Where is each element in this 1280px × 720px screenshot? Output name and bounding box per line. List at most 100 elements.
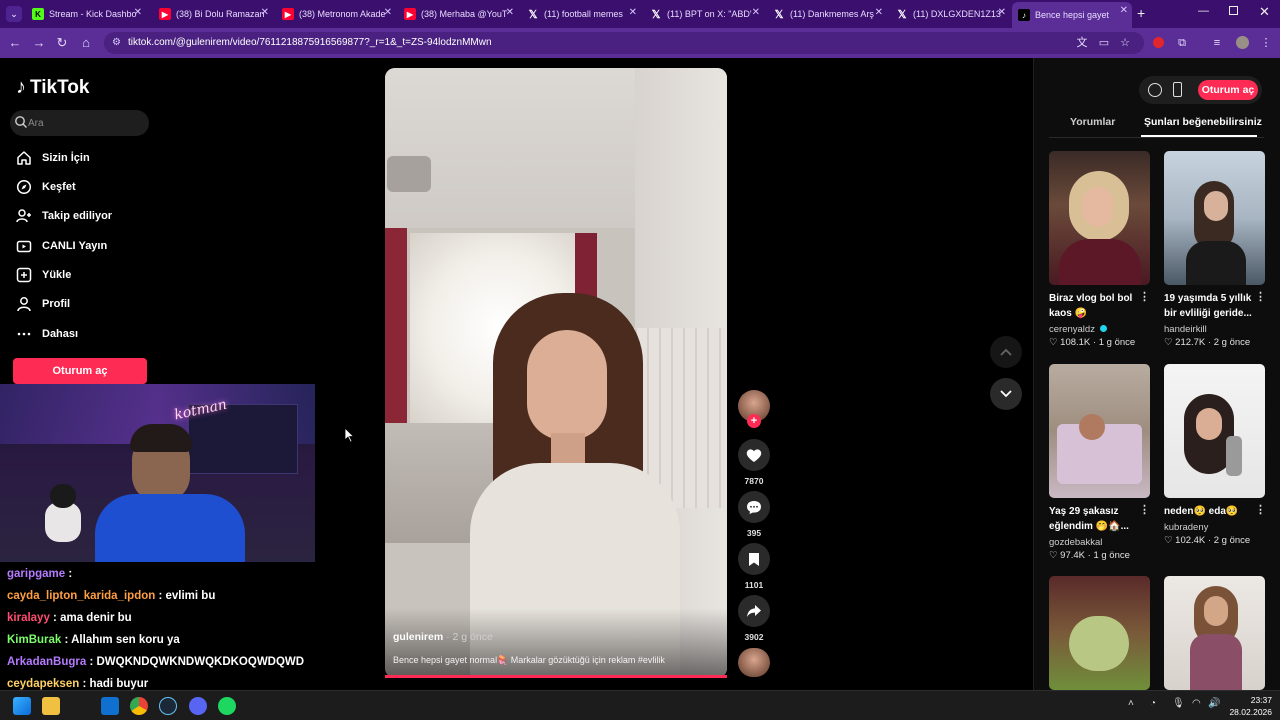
start-button-icon[interactable]	[13, 697, 31, 715]
phone-icon[interactable]	[1173, 82, 1182, 97]
browser-tab[interactable]: 𝕏 (11) Dankmemes Arş ✕	[767, 4, 887, 24]
site-info-icon[interactable]: ⚙	[112, 32, 121, 54]
video-progress-bar[interactable]	[385, 675, 727, 678]
browser-tab[interactable]: ▶ (38) Merhaba @YouT ✕	[398, 4, 518, 24]
tab-comments[interactable]: Yorumlar	[1070, 116, 1115, 128]
nav-profile[interactable]: Profil	[15, 293, 70, 315]
nav-for-you[interactable]: Sizin İçin	[15, 147, 90, 169]
browser-tab[interactable]: 𝕏 (11) DXLGXDEN1Z13 ✕	[890, 4, 1010, 24]
card-user[interactable]: kubradeny	[1164, 522, 1208, 533]
steam-icon[interactable]	[159, 697, 177, 715]
nav-upload[interactable]: Yükle	[15, 264, 71, 286]
browser-tab[interactable]: K Stream - Kick Dashbo ✕	[26, 4, 146, 24]
card-more-icon[interactable]: ⋮	[1139, 290, 1150, 303]
share-button[interactable]	[738, 595, 770, 627]
nav-explore[interactable]: Keşfet	[15, 176, 76, 198]
like-button[interactable]	[738, 439, 770, 471]
outlook-icon[interactable]	[101, 697, 119, 715]
card-more-icon[interactable]: ⋮	[1255, 290, 1266, 303]
browser-tab[interactable]: 𝕏 (11) BPT on X: "ABD' ✕	[644, 4, 764, 24]
maximize-button[interactable]	[1229, 6, 1238, 15]
login-button-left[interactable]: Oturum aç	[13, 358, 147, 384]
sound-avatar[interactable]	[738, 648, 770, 677]
video-player[interactable]	[385, 68, 727, 678]
card-user-row[interactable]: cerenyaldz	[1049, 324, 1107, 335]
explore-icon[interactable]	[1148, 83, 1162, 97]
recommended-card[interactable]	[1164, 151, 1265, 285]
media-control-icon[interactable]: ≡	[1209, 35, 1225, 51]
recommended-card[interactable]	[1049, 364, 1150, 498]
tab-close-icon[interactable]: ✕	[261, 7, 269, 18]
recommended-card[interactable]	[1164, 364, 1265, 498]
profile-avatar[interactable]	[1234, 35, 1250, 51]
reload-button[interactable]: ↻	[53, 34, 71, 52]
follow-plus-icon[interactable]: +	[747, 414, 761, 428]
install-app-icon[interactable]: ▭	[1096, 35, 1112, 51]
save-button[interactable]	[738, 543, 770, 575]
prev-video-button[interactable]	[990, 336, 1022, 368]
tab-close-icon[interactable]: ✕	[629, 7, 637, 18]
file-explorer-icon[interactable]	[42, 697, 60, 715]
tab-close-icon[interactable]: ✕	[998, 7, 1006, 18]
tray-wifi-icon[interactable]: ◠	[1192, 698, 1201, 709]
bookmark-star-icon[interactable]: ☆	[1117, 35, 1133, 51]
chat-username[interactable]: garipgame	[7, 568, 65, 580]
tray-mic-icon[interactable]: 🎙	[1172, 698, 1185, 709]
back-button[interactable]: ←	[6, 34, 24, 52]
card-more-icon[interactable]: ⋮	[1255, 503, 1266, 516]
nav-live[interactable]: CANLI Yayın	[15, 235, 107, 257]
forward-button[interactable]: →	[30, 34, 48, 52]
translate-icon[interactable]: 文	[1074, 35, 1090, 51]
comment-button[interactable]	[738, 491, 770, 523]
extensions-icon[interactable]: ⧉	[1174, 35, 1190, 51]
close-window-button[interactable]: ✕	[1259, 4, 1270, 20]
new-tab-button[interactable]: +	[1137, 5, 1145, 21]
extension-red-icon[interactable]	[1150, 35, 1166, 51]
card-title[interactable]: 19 yaşımda 5 yıllık bir evliliği geride.…	[1164, 291, 1256, 321]
browser-tab[interactable]: ▶ (38) Metronom Akade ✕	[276, 4, 396, 24]
chat-username[interactable]: ArkadanBugra	[7, 656, 86, 668]
card-more-icon[interactable]: ⋮	[1139, 503, 1150, 516]
nav-following[interactable]: Takip ediliyor	[15, 205, 112, 227]
recommended-card[interactable]	[1049, 151, 1150, 285]
chat-username[interactable]: KimBurak	[7, 634, 61, 646]
recommended-card[interactable]	[1164, 576, 1265, 690]
tab-close-icon[interactable]: ✕	[506, 7, 514, 18]
card-user[interactable]: gozdebakkal	[1049, 537, 1102, 548]
spotify-icon[interactable]	[218, 697, 236, 715]
browser-tab[interactable]: 𝕏 (11) football memes ✕	[521, 4, 641, 24]
tab-close-icon[interactable]: ✕	[752, 7, 760, 18]
search-box[interactable]	[10, 110, 149, 136]
tab-recommended[interactable]: Şunları beğenebilirsiniz	[1144, 116, 1262, 128]
next-video-button[interactable]	[990, 378, 1022, 410]
browser-tab[interactable]: ▶ (38) Bi Dolu Ramazan ✕	[153, 4, 273, 24]
tray-chevron-icon[interactable]: ˄	[1128, 698, 1134, 709]
home-button[interactable]: ⌂	[77, 34, 95, 52]
chat-username[interactable]: cayda_lipton_karida_ipdon	[7, 590, 155, 602]
chat-username[interactable]: kiralayy	[7, 612, 50, 624]
discord-icon[interactable]	[189, 697, 207, 715]
card-title[interactable]: Biraz vlog bol bol kaos 🤪	[1049, 291, 1141, 321]
tray-volume-icon[interactable]: 🔊	[1208, 698, 1220, 709]
card-title[interactable]: Yaş 29 şakasız eğlendim 🤭🏠...	[1049, 504, 1141, 534]
tray-network-icon[interactable]: ◔	[1150, 698, 1156, 709]
tab-close-icon[interactable]: ✕	[1120, 5, 1128, 16]
tab-close-icon[interactable]: ✕	[384, 7, 392, 18]
nav-more[interactable]: Dahası	[15, 323, 78, 345]
chat-username[interactable]: ceydapeksen	[7, 678, 79, 690]
minimize-button[interactable]: —	[1198, 5, 1209, 17]
taskbar-clock[interactable]: 23:37 28.02.2026	[1229, 694, 1272, 718]
tab-close-icon[interactable]: ✕	[134, 7, 142, 18]
search-input[interactable]	[28, 114, 138, 132]
browser-tab[interactable]: ♪ Bence hepsi gayet ✕	[1012, 2, 1132, 28]
card-title[interactable]: neden🥺 eda🥺	[1164, 504, 1256, 519]
login-button-right[interactable]: Oturum aç	[1198, 80, 1258, 100]
card-user[interactable]: handeirkill	[1164, 324, 1207, 335]
recommended-card[interactable]	[1049, 576, 1150, 690]
chrome-icon[interactable]	[130, 697, 148, 715]
video-author[interactable]: gulenirem	[393, 631, 443, 643]
url-bar[interactable]: ⚙ tiktok.com/@gulenirem/video/7611218875…	[104, 32, 1144, 54]
tab-search-button[interactable]: ⌄	[6, 6, 22, 22]
browser-menu-icon[interactable]: ⋮	[1258, 35, 1274, 51]
tiktok-logo[interactable]: ♪ TikTok	[16, 76, 89, 99]
